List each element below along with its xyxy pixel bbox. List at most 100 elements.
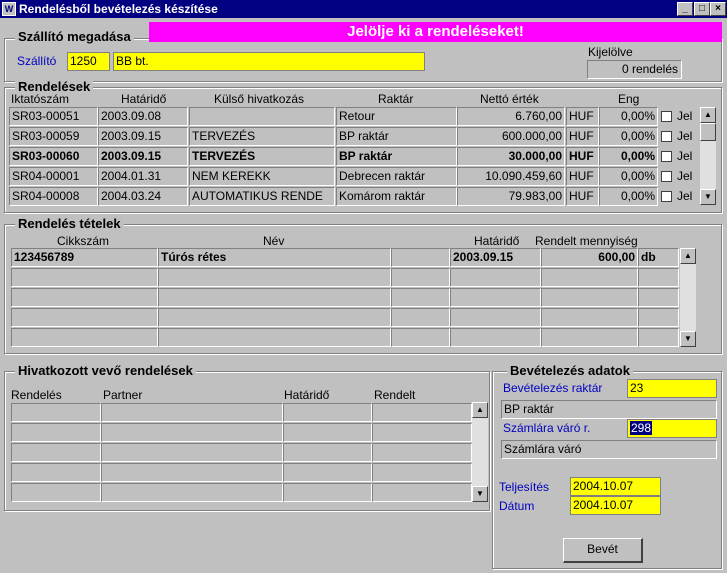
date-field[interactable]: 2004.10.07 xyxy=(570,496,661,515)
ref-order-cell[interactable] xyxy=(11,403,101,422)
scroll-up-icon[interactable]: ▲ xyxy=(472,402,488,418)
item-name-cell[interactable] xyxy=(158,288,391,307)
item-date-cell[interactable] xyxy=(450,328,541,347)
ref-partner-cell[interactable] xyxy=(101,463,283,482)
order-net-cell: 30.000,00 xyxy=(457,147,565,166)
item-extra-cell[interactable] xyxy=(391,328,450,347)
item-unit-cell[interactable] xyxy=(638,328,679,347)
item-qty-cell[interactable]: 600,00 xyxy=(541,248,638,267)
ref-qty-cell[interactable] xyxy=(372,463,472,482)
ref-date-cell[interactable] xyxy=(283,403,372,422)
order-net-cell: 79.983,00 xyxy=(457,187,565,206)
item-extra-cell[interactable] xyxy=(391,268,450,287)
select-checkbox-label: Jel xyxy=(677,149,693,163)
orders-header-date: Határidő xyxy=(121,92,167,106)
item-code-cell[interactable]: 123456789 xyxy=(11,248,158,267)
order-net-cell: 10.090.459,60 xyxy=(457,167,565,186)
item-date-cell[interactable] xyxy=(450,308,541,327)
ref-partner-cell[interactable] xyxy=(101,443,283,462)
item-code-cell[interactable] xyxy=(11,288,158,307)
receipt-warehouse-name: BP raktár xyxy=(501,400,717,419)
ref-qty-cell[interactable] xyxy=(372,403,472,422)
order-id-cell: SR03-00059 xyxy=(9,127,98,146)
item-extra-cell[interactable] xyxy=(391,248,450,267)
scroll-up-icon[interactable]: ▲ xyxy=(680,248,696,264)
ref-partner-cell[interactable] xyxy=(101,483,283,502)
order-warehouse-cell: BP raktár xyxy=(336,147,457,166)
items-scrollbar[interactable]: ▲ ▼ xyxy=(680,248,696,347)
ref-order-cell[interactable] xyxy=(11,443,101,462)
item-code-cell[interactable] xyxy=(11,308,158,327)
select-checkbox-label: Jel xyxy=(677,129,693,143)
item-code-cell[interactable] xyxy=(11,328,158,347)
item-date-cell[interactable]: 2003.09.15 xyxy=(450,248,541,267)
restore-button[interactable]: □ xyxy=(694,2,710,16)
completion-date-field[interactable]: 2004.10.07 xyxy=(570,477,661,496)
order-date-cell: 2003.09.15 xyxy=(98,127,188,146)
invoice-warehouse-code-field[interactable]: 298 xyxy=(627,419,717,438)
scroll-down-icon[interactable]: ▼ xyxy=(680,331,696,347)
scroll-down-icon[interactable]: ▼ xyxy=(700,189,716,205)
selected-count-label: Kijelölve xyxy=(588,45,633,59)
item-unit-cell[interactable]: db xyxy=(638,248,679,267)
scroll-thumb[interactable] xyxy=(700,123,716,141)
order-date-cell: 2003.09.15 xyxy=(98,147,188,166)
item-qty-cell[interactable] xyxy=(541,308,638,327)
select-checkbox-label: Jel xyxy=(677,169,693,183)
item-date-cell[interactable] xyxy=(450,268,541,287)
item-unit-cell[interactable] xyxy=(638,268,679,287)
referenced-scrollbar[interactable]: ▲ ▼ xyxy=(472,402,488,502)
ref-qty-cell[interactable] xyxy=(372,483,472,502)
ref-partner-cell[interactable] xyxy=(101,423,283,442)
ref-order-cell[interactable] xyxy=(11,423,101,442)
close-button[interactable]: × xyxy=(710,2,726,16)
app-icon: W xyxy=(2,2,16,16)
select-checkbox[interactable] xyxy=(661,111,672,122)
orders-scrollbar[interactable]: ▲ ▼ xyxy=(700,107,716,205)
ref-partner-cell[interactable] xyxy=(101,403,283,422)
item-extra-cell[interactable] xyxy=(391,308,450,327)
ref-date-cell[interactable] xyxy=(283,443,372,462)
order-discount-cell: 0,00% xyxy=(599,127,658,146)
item-qty-cell[interactable] xyxy=(541,268,638,287)
item-qty-cell[interactable] xyxy=(541,288,638,307)
submit-button[interactable]: Bevét xyxy=(563,538,643,563)
item-extra-cell[interactable] xyxy=(391,288,450,307)
supplier-name-field[interactable]: BB bt. xyxy=(113,52,425,71)
referenced-header-partner: Partner xyxy=(103,388,143,402)
order-warehouse-cell: BP raktár xyxy=(336,127,457,146)
item-unit-cell[interactable] xyxy=(638,288,679,307)
item-name-cell[interactable] xyxy=(158,328,391,347)
item-qty-cell[interactable] xyxy=(541,328,638,347)
supplier-code-field[interactable]: 1250 xyxy=(67,52,110,71)
order-discount-cell: 0,00% xyxy=(599,147,658,166)
receipt-warehouse-code-field[interactable]: 23 xyxy=(627,379,717,398)
select-checkbox[interactable] xyxy=(661,171,672,182)
ref-order-cell[interactable] xyxy=(11,463,101,482)
ref-qty-cell[interactable] xyxy=(372,423,472,442)
ref-date-cell[interactable] xyxy=(283,423,372,442)
minimize-button[interactable]: _ xyxy=(677,2,693,16)
order-currency-cell: HUF xyxy=(566,147,599,166)
select-checkbox[interactable] xyxy=(661,151,672,162)
ref-order-cell[interactable] xyxy=(11,483,101,502)
order-ref-cell: NEM KEREKK xyxy=(189,167,335,186)
select-checkbox[interactable] xyxy=(661,131,672,142)
item-name-cell[interactable] xyxy=(158,308,391,327)
item-date-cell[interactable] xyxy=(450,288,541,307)
item-name-cell[interactable] xyxy=(158,268,391,287)
scroll-up-icon[interactable]: ▲ xyxy=(700,107,716,123)
item-code-cell[interactable] xyxy=(11,268,158,287)
ref-date-cell[interactable] xyxy=(283,463,372,482)
ref-date-cell[interactable] xyxy=(283,483,372,502)
order-net-cell: 600.000,00 xyxy=(457,127,565,146)
referenced-header-date: Határidő xyxy=(284,388,330,402)
item-unit-cell[interactable] xyxy=(638,308,679,327)
ref-qty-cell[interactable] xyxy=(372,443,472,462)
order-date-cell: 2004.03.24 xyxy=(98,187,188,206)
supplier-group-title: Szállító megadása xyxy=(15,29,134,44)
select-checkbox[interactable] xyxy=(661,191,672,202)
scroll-down-icon[interactable]: ▼ xyxy=(472,486,488,502)
items-header-code: Cikkszám xyxy=(57,234,110,248)
item-name-cell[interactable]: Túrós rétes xyxy=(158,248,391,267)
